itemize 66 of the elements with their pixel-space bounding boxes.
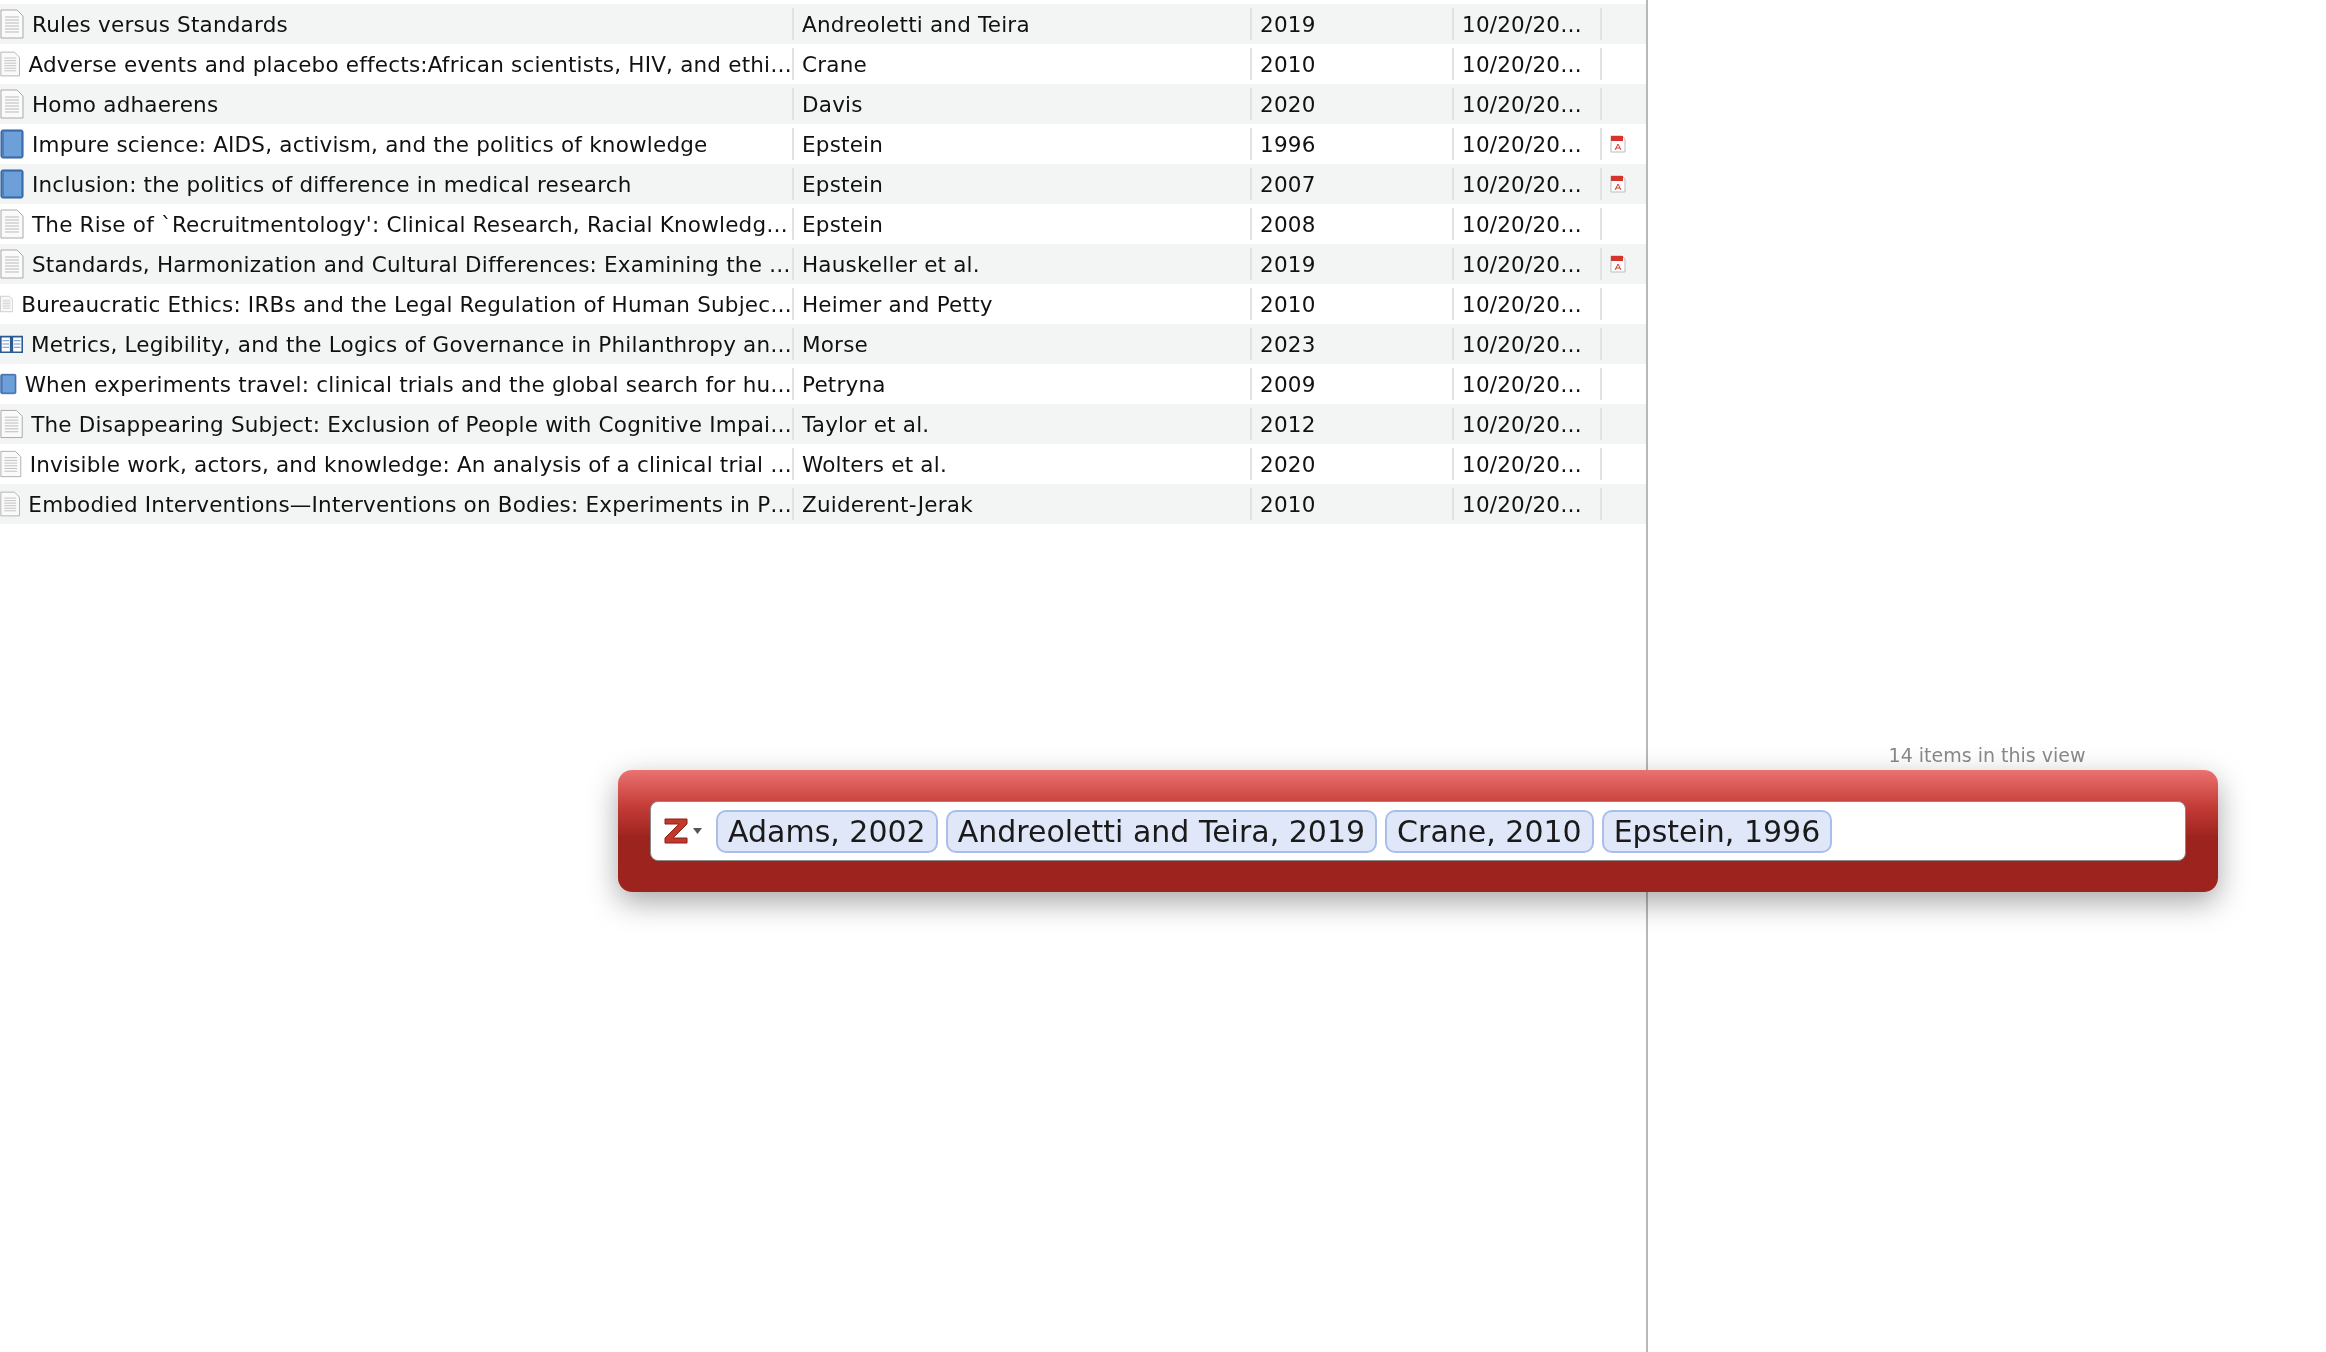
title-cell: Bureaucratic Ethics: IRBs and the Legal Regulation of Human Subjec… — [21, 291, 792, 317]
citation-field[interactable]: Adams, 2002 Andreoletti and Teira, 2019 Crane, 2010 Epstein, 1996 — [650, 801, 2186, 861]
date-added-cell: 10/20/20… — [1462, 131, 1582, 157]
year-cell: 2010 — [1260, 491, 1316, 517]
book-icon — [0, 169, 24, 199]
date-added-cell: 10/20/20… — [1462, 211, 1582, 237]
date-added-cell: 10/20/20… — [1462, 251, 1582, 277]
year-cell: 2019 — [1260, 11, 1316, 37]
date-added-cell: 10/20/20… — [1462, 51, 1582, 77]
pdf-icon[interactable] — [1610, 175, 1626, 193]
title-cell: Invisible work, actors, and knowledge: An analysis of a clinical trial … — [29, 451, 792, 477]
creator-cell: Epstein — [802, 211, 884, 237]
citation-bubble[interactable]: Andreoletti and Teira, 2019 — [945, 809, 1378, 853]
date-added-cell: 10/20/20… — [1462, 371, 1582, 397]
year-cell: 2009 — [1260, 371, 1316, 397]
creator-cell: Andreoletti and Teira — [802, 11, 1030, 37]
year-cell: 2023 — [1260, 331, 1316, 357]
year-cell: 2010 — [1260, 291, 1316, 317]
title-cell: Inclusion: the politics of difference in medical research — [32, 171, 632, 197]
citation-bubble[interactable]: Epstein, 1996 — [1601, 809, 1833, 853]
title-cell: Homo adhaerens — [32, 91, 219, 117]
creator-cell: Taylor et al. — [802, 411, 930, 437]
citation-bubble[interactable]: Crane, 2010 — [1385, 809, 1594, 853]
item-count: 14 items in this view — [1888, 744, 2086, 768]
date-added-cell: 10/20/20… — [1462, 11, 1582, 37]
creator-cell: Davis — [802, 91, 863, 117]
title-cell: Impure science: AIDS, activism, and the politics of knowledge — [32, 131, 708, 157]
date-added-cell: 10/20/20… — [1462, 171, 1582, 197]
title-cell: Adverse events and placebo effects:African scientists, HIV, and ethi… — [28, 51, 792, 77]
title-cell: The Rise of `Recruitmentology': Clinical Research, Racial Knowledg… — [32, 211, 788, 237]
caret-icon — [693, 828, 702, 834]
creator-cell: Epstein — [802, 131, 884, 157]
creator-cell: Morse — [802, 331, 868, 357]
creator-cell: Heimer and Petty — [802, 291, 993, 317]
citation-bubble[interactable]: Adams, 2002 — [716, 809, 938, 853]
book-icon — [0, 129, 24, 159]
year-cell: 2012 — [1260, 411, 1316, 437]
date-added-cell: 10/20/20… — [1462, 91, 1582, 117]
creator-cell: Epstein — [802, 171, 884, 197]
year-cell: 2007 — [1260, 171, 1316, 197]
zotero-menu[interactable] — [663, 817, 702, 845]
title-cell: Embodied Interventions—Interventions on Bodies: Experiments in P… — [28, 491, 792, 517]
creator-cell: Zuiderent-Jerak — [802, 491, 973, 517]
title-cell: Metrics, Legibility, and the Logics of Governance in Philanthropy an… — [31, 331, 792, 357]
year-cell: 2008 — [1260, 211, 1316, 237]
year-cell: 2010 — [1260, 51, 1316, 77]
pdf-icon[interactable] — [1610, 135, 1626, 153]
pdf-icon[interactable] — [1610, 255, 1626, 273]
date-added-cell: 10/20/20… — [1462, 291, 1582, 317]
title-cell: When experiments travel: clinical trials and the global search for hu… — [24, 371, 792, 397]
date-added-cell: 10/20/20… — [1462, 411, 1582, 437]
creator-cell: Hauskeller et al. — [802, 251, 980, 277]
creator-cell: Wolters et al. — [802, 451, 947, 477]
year-cell: 2019 — [1260, 251, 1316, 277]
year-cell: 1996 — [1260, 131, 1316, 157]
date-added-cell: 10/20/20… — [1462, 451, 1582, 477]
date-added-cell: 10/20/20… — [1462, 491, 1582, 517]
title-cell: Standards, Harmonization and Cultural Differences: Examining the … — [32, 251, 791, 277]
z-logo-icon — [663, 817, 689, 845]
creator-cell: Crane — [802, 51, 867, 77]
year-cell: 2020 — [1260, 451, 1316, 477]
creator-cell: Petryna — [802, 371, 886, 397]
year-cell: 2020 — [1260, 91, 1316, 117]
date-added-cell: 10/20/20… — [1462, 331, 1582, 357]
title-cell: Rules versus Standards — [32, 11, 288, 37]
title-cell: The Disappearing Subject: Exclusion of People with Cognitive Impai… — [31, 411, 792, 437]
